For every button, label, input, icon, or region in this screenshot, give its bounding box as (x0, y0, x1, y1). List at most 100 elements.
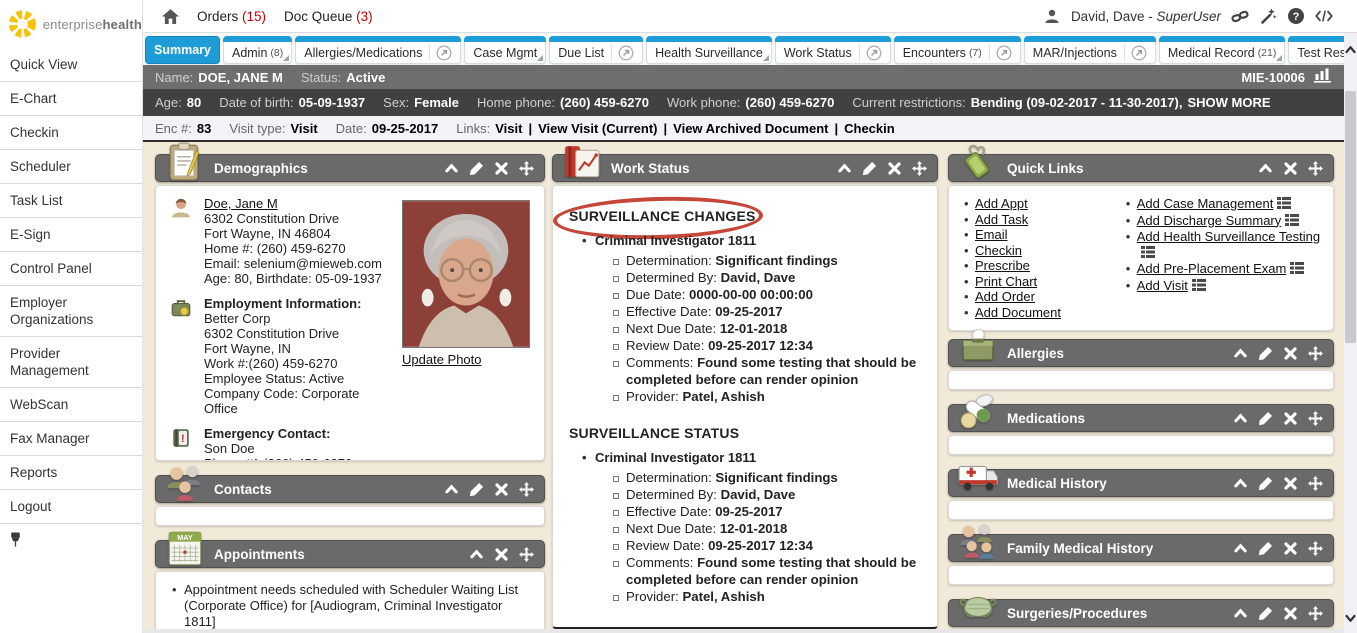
tab-mar-injections[interactable]: MAR/Injections (1024, 36, 1156, 64)
edit-icon[interactable] (1258, 411, 1273, 426)
quick-link-add-task[interactable]: Add Task (975, 212, 1028, 227)
nav-orders[interactable]: Orders (15) (197, 9, 266, 24)
collapse-icon[interactable] (1258, 161, 1273, 176)
list-icon[interactable] (1290, 262, 1304, 278)
pin-icon[interactable] (0, 524, 142, 555)
popout-icon[interactable] (611, 45, 634, 61)
link-checkin[interactable]: Checkin (844, 121, 895, 136)
quick-link-add-visit[interactable]: Add Visit (1137, 278, 1188, 293)
tab-allergies-medications[interactable]: Allergies/Medications (295, 36, 461, 64)
move-icon[interactable] (519, 161, 534, 176)
edit-icon[interactable] (1258, 541, 1273, 556)
close-icon[interactable] (494, 482, 509, 497)
close-icon[interactable] (1283, 606, 1298, 621)
quick-link-prescribe[interactable]: Prescribe (975, 258, 1030, 273)
move-icon[interactable] (1308, 476, 1323, 491)
tab-encounters[interactable]: Encounters(7) (894, 36, 1021, 64)
sidebar-item-checkin[interactable]: Checkin (0, 116, 142, 150)
tab-due-list[interactable]: Due List (549, 36, 643, 64)
quick-link-add-pre-placement-exam[interactable]: Add Pre-Placement Exam (1137, 261, 1287, 276)
link-view-visit-current[interactable]: View Visit (Current) (538, 121, 657, 136)
close-icon[interactable] (1283, 476, 1298, 491)
sidebar-item-control-panel[interactable]: Control Panel (0, 252, 142, 286)
sidebar-item-scheduler[interactable]: Scheduler (0, 150, 142, 184)
move-icon[interactable] (1308, 411, 1323, 426)
list-icon[interactable] (1192, 279, 1206, 295)
sidebar-item-logout[interactable]: Logout (0, 490, 142, 524)
quick-link-add-health-surveillance-testing[interactable]: Add Health Surveillance Testing (1137, 229, 1320, 244)
collapse-icon[interactable] (1233, 411, 1248, 426)
move-icon[interactable] (519, 547, 534, 562)
move-icon[interactable] (519, 482, 534, 497)
help-icon[interactable]: ? (1287, 8, 1305, 24)
popout-icon[interactable] (429, 45, 452, 61)
edit-icon[interactable] (469, 161, 484, 176)
show-more-link[interactable]: SHOW MORE (1187, 95, 1270, 110)
sidebar-item-employer-organizations[interactable]: Employer Organizations (0, 286, 142, 337)
tab-admin[interactable]: Admin(8) (223, 36, 292, 64)
close-icon[interactable] (494, 547, 509, 562)
edit-icon[interactable] (1258, 476, 1273, 491)
quick-link-checkin[interactable]: Checkin (975, 243, 1022, 258)
collapse-icon[interactable] (444, 161, 459, 176)
quick-link-add-document[interactable]: Add Document (975, 305, 1061, 320)
quick-link-print-chart[interactable]: Print Chart (975, 274, 1037, 289)
edit-icon[interactable] (862, 161, 877, 176)
move-icon[interactable] (1308, 606, 1323, 621)
popout-icon[interactable] (989, 45, 1012, 61)
list-icon[interactable] (1141, 246, 1155, 262)
collapse-icon[interactable] (469, 547, 484, 562)
chart-stats-icon[interactable] (1313, 68, 1332, 86)
collapse-icon[interactable] (444, 482, 459, 497)
link-icon[interactable] (1231, 8, 1249, 24)
sidebar-item-reports[interactable]: Reports (0, 456, 142, 490)
close-icon[interactable] (887, 161, 902, 176)
popout-icon[interactable] (859, 45, 882, 61)
sidebar-item-e-sign[interactable]: E-Sign (0, 218, 142, 252)
link-view-archived-document[interactable]: View Archived Document (673, 121, 828, 136)
move-icon[interactable] (1308, 161, 1323, 176)
close-icon[interactable] (1283, 161, 1298, 176)
code-icon[interactable] (1315, 8, 1333, 24)
patient-name-link[interactable]: Doe, Jane M (204, 196, 278, 211)
move-icon[interactable] (1308, 346, 1323, 361)
home-icon[interactable] (161, 8, 179, 24)
update-photo-link[interactable]: Update Photo (402, 352, 482, 367)
horizontal-scrollbar[interactable] (143, 629, 1344, 633)
wand-icon[interactable] (1259, 8, 1277, 24)
collapse-icon[interactable] (837, 161, 852, 176)
tab-medical-record[interactable]: Medical Record(21) (1159, 36, 1286, 64)
quick-link-add-appt[interactable]: Add Appt (975, 196, 1028, 211)
quick-link-add-discharge-summary[interactable]: Add Discharge Summary (1137, 213, 1282, 228)
list-icon[interactable] (1277, 197, 1291, 213)
quick-link-email[interactable]: Email (975, 227, 1008, 242)
sidebar-item-e-chart[interactable]: E-Chart (0, 82, 142, 116)
tab-summary[interactable]: Summary (145, 36, 220, 64)
sidebar-item-fax-manager[interactable]: Fax Manager (0, 422, 142, 456)
link-visit[interactable]: Visit (495, 121, 522, 136)
close-icon[interactable] (1283, 411, 1298, 426)
tab-work-status[interactable]: Work Status (775, 36, 891, 64)
collapse-icon[interactable] (1233, 606, 1248, 621)
collapse-icon[interactable] (1233, 346, 1248, 361)
sidebar-item-task-list[interactable]: Task List (0, 184, 142, 218)
move-icon[interactable] (1308, 541, 1323, 556)
popout-icon[interactable] (1124, 45, 1147, 61)
tab-case-mgmt[interactable]: Case Mgmt (464, 36, 546, 64)
current-user[interactable]: David, Dave - SuperUser (1071, 9, 1221, 24)
edit-icon[interactable] (1258, 606, 1273, 621)
nav-doc-queue[interactable]: Doc Queue (3) (284, 9, 373, 24)
tab-health-surveillance[interactable]: Health Surveillance (646, 36, 772, 64)
edit-icon[interactable] (469, 482, 484, 497)
sidebar-item-quick-view[interactable]: Quick View (0, 48, 142, 82)
quick-link-add-order[interactable]: Add Order (975, 289, 1035, 304)
close-icon[interactable] (494, 161, 509, 176)
close-icon[interactable] (1283, 541, 1298, 556)
sidebar-item-provider-management[interactable]: Provider Management (0, 337, 142, 388)
vertical-scrollbar[interactable] (1344, 33, 1357, 633)
list-icon[interactable] (1285, 214, 1299, 230)
quick-link-add-case-management[interactable]: Add Case Management (1137, 196, 1274, 211)
move-icon[interactable] (912, 161, 927, 176)
edit-icon[interactable] (1258, 346, 1273, 361)
scroll-down-icon[interactable] (1344, 611, 1357, 625)
